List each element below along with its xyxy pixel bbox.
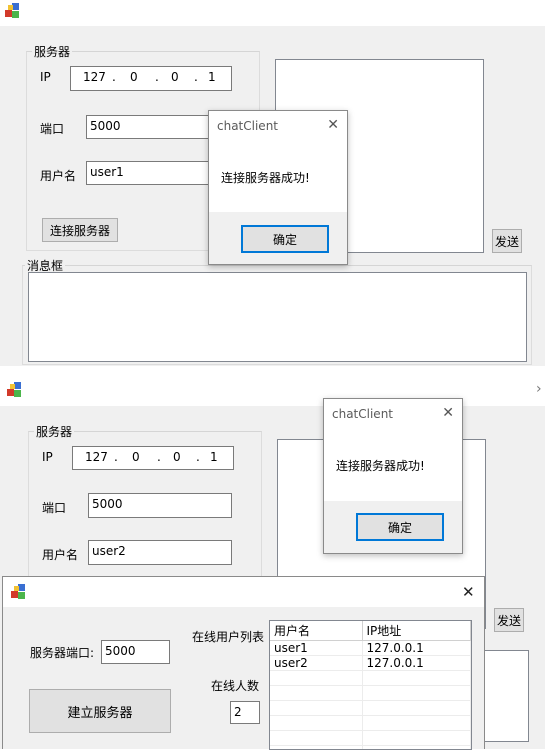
ip-octet-3: 0 bbox=[173, 450, 181, 464]
ip-dot: . bbox=[155, 70, 159, 84]
ip-address-field[interactable]: 127 . 0 . 0 . 1 bbox=[70, 66, 232, 91]
client1-titlebar bbox=[0, 0, 545, 26]
server-window: ✕ 服务器端口: 5000 建立服务器 在线用户列表 在线人数 2 用户名 IP… bbox=[2, 576, 485, 749]
username-label: 用户名 bbox=[40, 167, 76, 184]
ip-octet-1: 127 bbox=[85, 450, 108, 464]
ip-dot: . bbox=[157, 450, 161, 464]
ok-button[interactable]: 确定 bbox=[241, 225, 329, 253]
dialog-message: 连接服务器成功! bbox=[336, 457, 425, 474]
empty-row bbox=[270, 716, 471, 731]
server-port-field[interactable]: 5000 bbox=[101, 640, 170, 664]
column-username[interactable]: 用户名 bbox=[270, 621, 362, 641]
empty-row bbox=[270, 731, 471, 746]
ip-label: IP bbox=[42, 450, 53, 464]
port-label: 端口 bbox=[42, 499, 66, 516]
ip-dot: . bbox=[194, 70, 198, 84]
app-icon bbox=[5, 3, 21, 19]
dialog-title: chatClient bbox=[332, 407, 393, 421]
empty-row bbox=[270, 671, 471, 686]
message-box[interactable] bbox=[482, 650, 529, 742]
ip-octet-1: 127 bbox=[83, 70, 106, 84]
port-field[interactable]: 5000 bbox=[86, 115, 210, 139]
server-titlebar: ✕ bbox=[3, 577, 484, 607]
close-icon[interactable]: ✕ bbox=[462, 583, 475, 601]
app-icon bbox=[7, 382, 23, 398]
empty-row bbox=[270, 701, 471, 716]
empty-row bbox=[270, 746, 471, 750]
ip-dot: . bbox=[196, 450, 200, 464]
ip-label: IP bbox=[40, 70, 51, 84]
close-icon[interactable]: ✕ bbox=[442, 405, 454, 421]
connect-success-dialog: chatClient ✕ 连接服务器成功! 确定 bbox=[208, 110, 348, 265]
port-label: 端口 bbox=[40, 120, 64, 137]
ok-button[interactable]: 确定 bbox=[356, 513, 444, 541]
table-row[interactable]: user1 127.0.0.1 bbox=[270, 641, 471, 656]
server-group-label: 服务器 bbox=[34, 423, 74, 440]
ip-octet-3: 0 bbox=[171, 70, 179, 84]
chevron-right-icon: › bbox=[536, 381, 542, 397]
app-icon bbox=[11, 584, 27, 600]
cell-username: user2 bbox=[270, 656, 362, 671]
ip-octet-2: 0 bbox=[130, 70, 138, 84]
start-server-button[interactable]: 建立服务器 bbox=[29, 689, 171, 733]
online-count-label: 在线人数 bbox=[211, 677, 259, 694]
online-count-field[interactable]: 2 bbox=[230, 701, 260, 724]
dialog-message: 连接服务器成功! bbox=[221, 169, 310, 186]
cell-ip: 127.0.0.1 bbox=[362, 656, 471, 671]
connect-success-dialog: chatClient ✕ 连接服务器成功! 确定 bbox=[323, 398, 463, 554]
client2-titlebar: › bbox=[0, 376, 545, 406]
ip-octet-4: 1 bbox=[210, 450, 218, 464]
dialog-title: chatClient bbox=[217, 119, 278, 133]
server-group-label: 服务器 bbox=[32, 43, 72, 60]
empty-row bbox=[270, 686, 471, 701]
ip-octet-4: 1 bbox=[208, 70, 216, 84]
ip-dot: . bbox=[112, 70, 116, 84]
cell-ip: 127.0.0.1 bbox=[362, 641, 471, 656]
column-ip[interactable]: IP地址 bbox=[362, 621, 471, 641]
online-users-table[interactable]: 用户名 IP地址 user1 127.0.0.1 user2 127.0.0.1 bbox=[269, 620, 472, 750]
message-box[interactable] bbox=[28, 272, 527, 362]
ip-octet-2: 0 bbox=[132, 450, 140, 464]
send-button[interactable]: 发送 bbox=[494, 608, 524, 632]
user-list: 用户名 IP地址 user1 127.0.0.1 user2 127.0.0.1 bbox=[270, 621, 471, 750]
cell-username: user1 bbox=[270, 641, 362, 656]
ip-address-field[interactable]: 127 . 0 . 0 . 1 bbox=[72, 446, 234, 470]
connect-server-button[interactable]: 连接服务器 bbox=[42, 218, 118, 242]
server-port-label: 服务器端口: bbox=[30, 644, 94, 661]
send-button[interactable]: 发送 bbox=[492, 229, 522, 253]
close-icon[interactable]: ✕ bbox=[327, 117, 339, 133]
port-field[interactable]: 5000 bbox=[88, 493, 232, 518]
online-users-label: 在线用户列表 bbox=[192, 628, 264, 645]
username-label: 用户名 bbox=[42, 546, 78, 563]
username-field[interactable]: user2 bbox=[88, 540, 232, 565]
username-field[interactable]: user1 bbox=[86, 161, 210, 185]
table-row[interactable]: user2 127.0.0.1 bbox=[270, 656, 471, 671]
ip-dot: . bbox=[114, 450, 118, 464]
